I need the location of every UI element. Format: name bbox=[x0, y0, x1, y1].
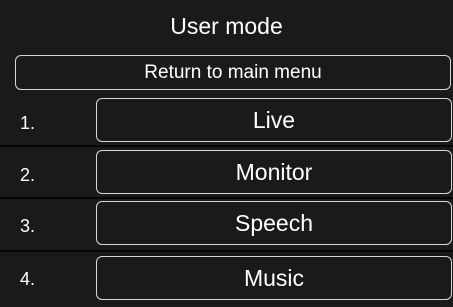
row-divider bbox=[0, 250, 453, 252]
music-mode-button[interactable]: Music bbox=[96, 256, 452, 300]
mode-number-3: 3. bbox=[20, 216, 36, 236]
live-mode-button[interactable]: Live bbox=[96, 98, 452, 142]
speech-mode-button[interactable]: Speech bbox=[96, 201, 452, 245]
return-to-main-menu-button[interactable]: Return to main menu bbox=[15, 55, 451, 90]
monitor-mode-button[interactable]: Monitor bbox=[96, 150, 452, 194]
page-title: User mode bbox=[170, 13, 283, 39]
mode-number-4: 4. bbox=[20, 269, 36, 289]
user-mode-screen: User mode Return to main menu 1. Live 2.… bbox=[0, 0, 453, 307]
row-divider bbox=[0, 145, 453, 147]
mode-number-1: 1. bbox=[20, 113, 36, 133]
row-divider bbox=[0, 197, 453, 199]
mode-number-2: 2. bbox=[20, 165, 36, 185]
